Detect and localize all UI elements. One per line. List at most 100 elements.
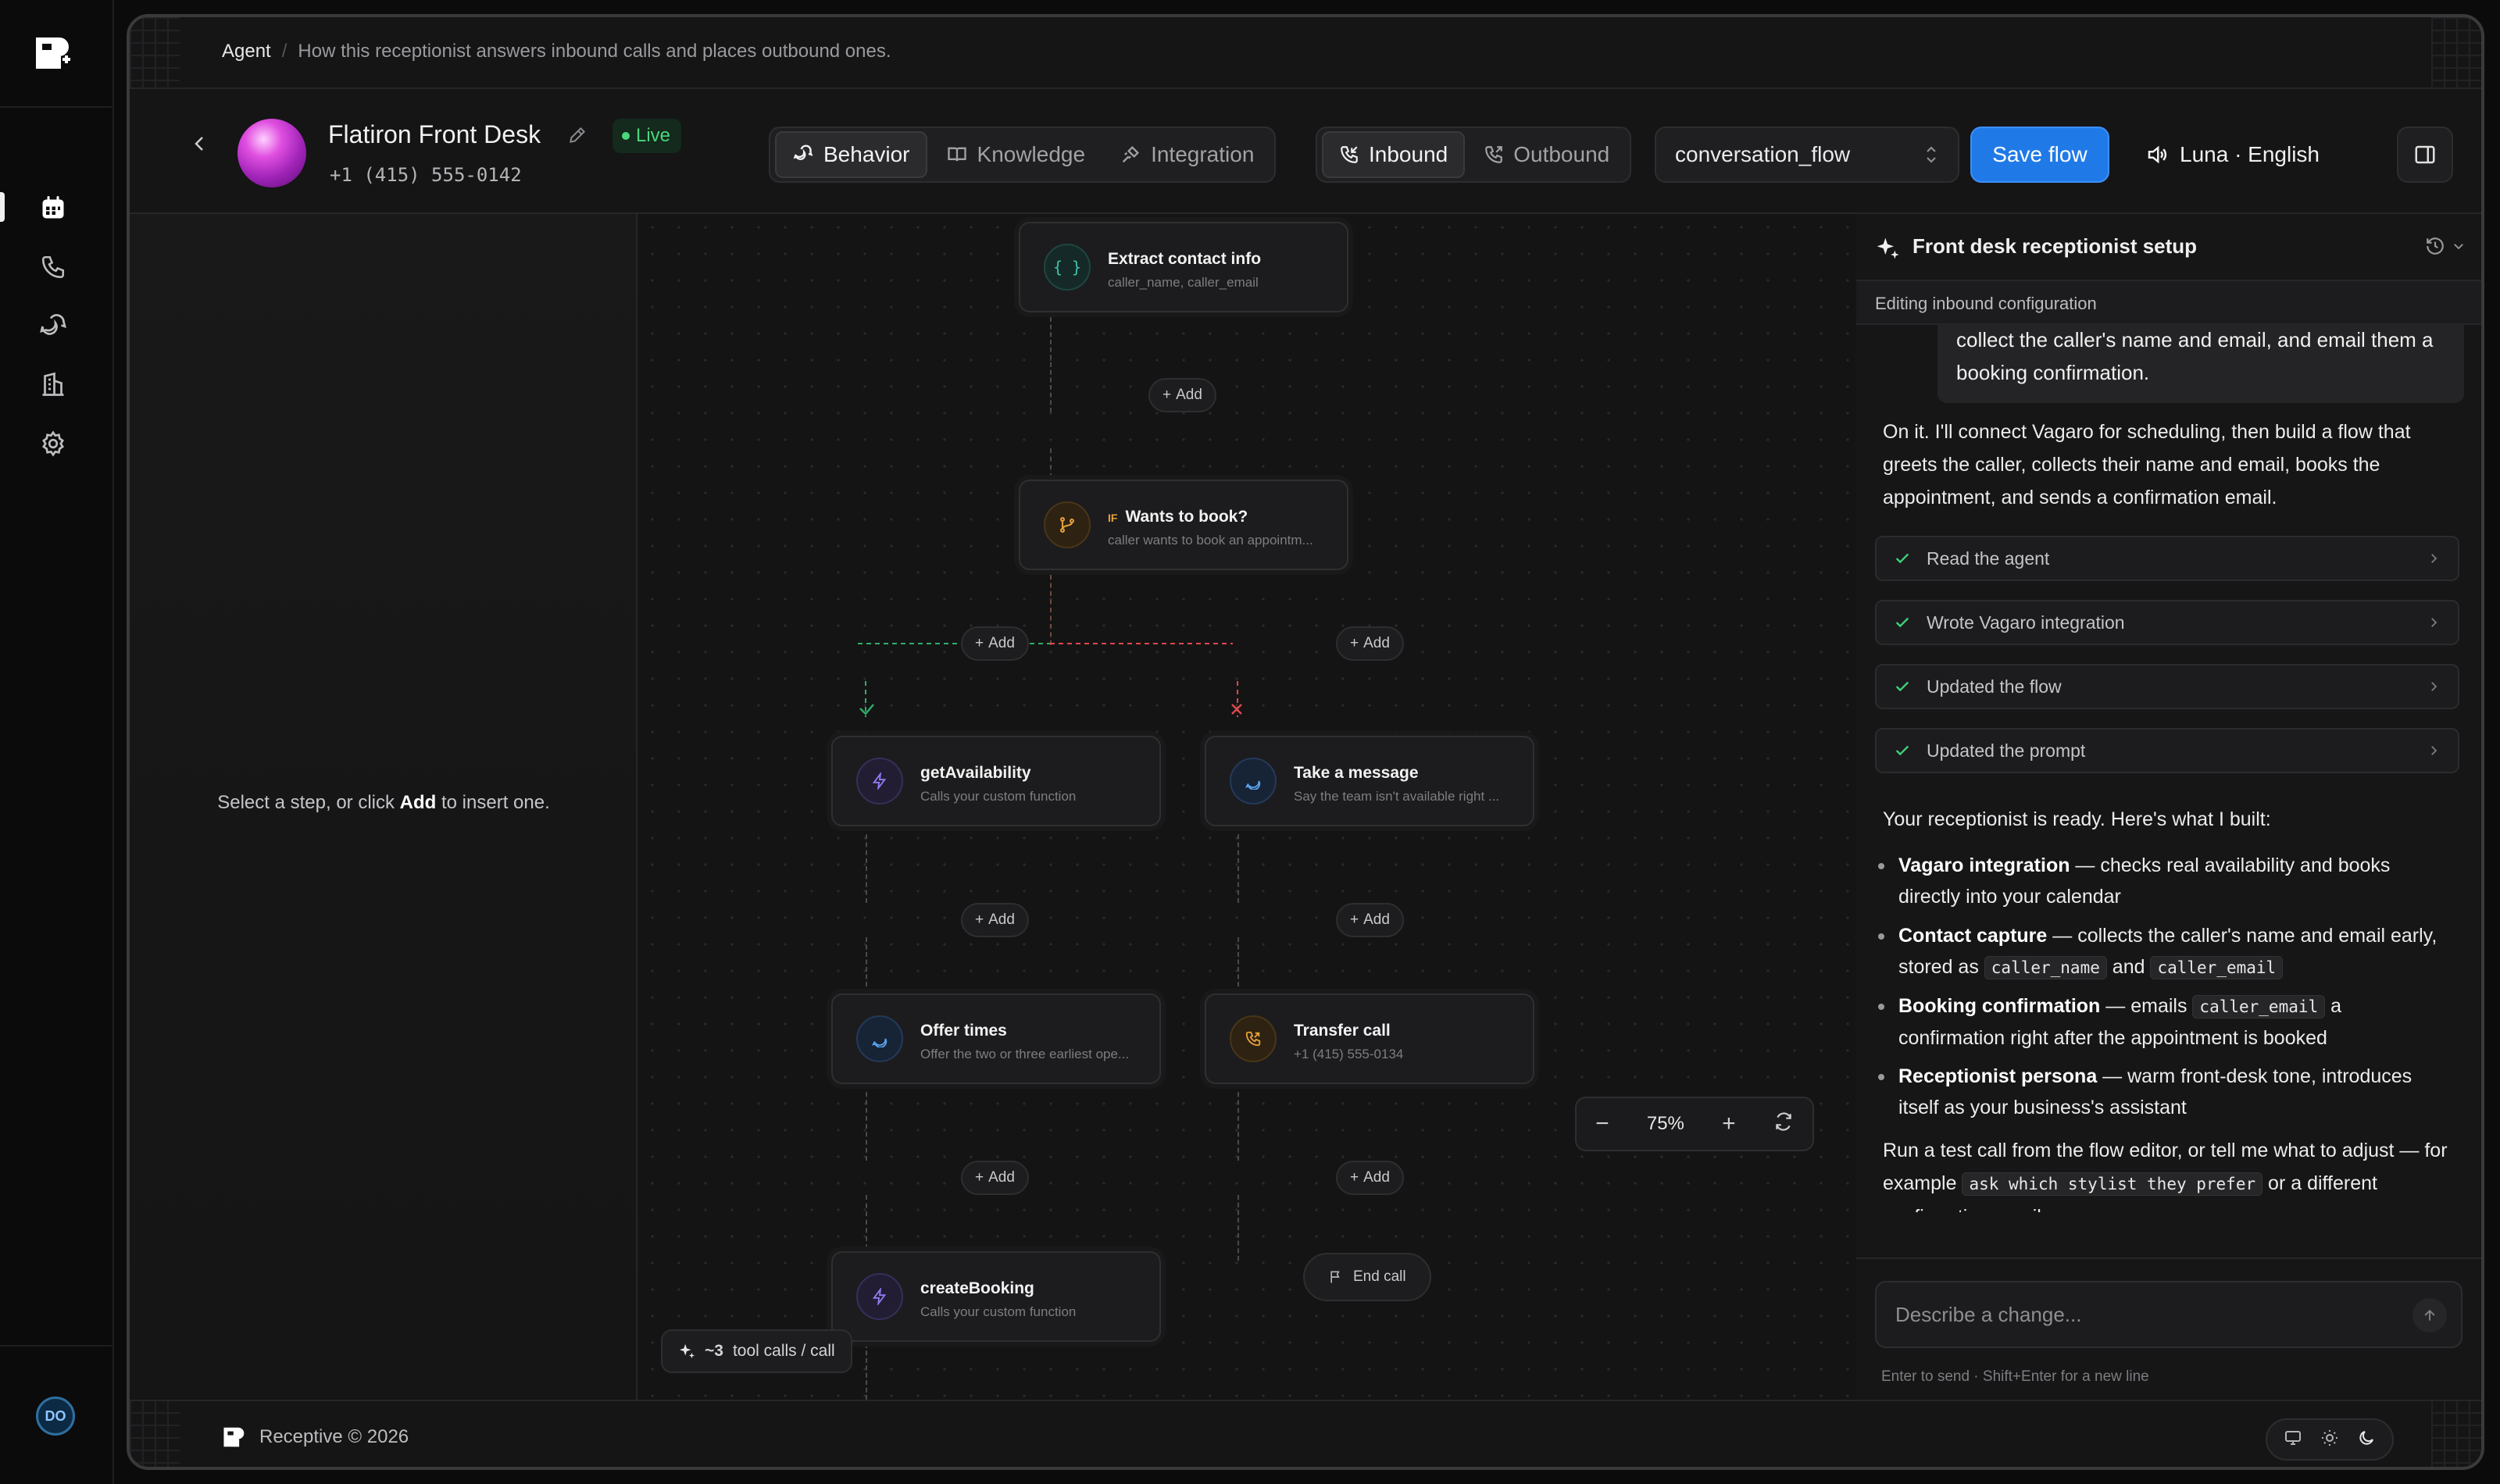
message-bubble-icon [856,1015,903,1062]
composer-hint: Enter to send · Shift+Enter for a new li… [1881,1368,2149,1385]
live-status-badge: Live [612,119,682,153]
chat-messages[interactable]: collect the caller's name and email, and… [1856,325,2481,1212]
top-bar: Agent / How this receptionist answers inbo… [130,17,2481,89]
add-step-button[interactable]: + Add [961,1161,1029,1195]
pencil-edit-icon[interactable] [567,125,591,148]
flow-node-offer-times[interactable]: Offer times Offer the two or three earli… [831,993,1161,1084]
user-avatar[interactable]: DO [36,1397,75,1436]
user-message: collect the caller's name and email, and… [1938,325,2464,403]
add-step-button[interactable]: + Add [1336,1161,1404,1195]
chat-bubbles-icon [793,144,813,160]
chat-header: Front desk receptionist setup [1856,214,2481,281]
settings-gear-icon[interactable] [36,426,70,461]
sun-icon[interactable] [2320,1429,2339,1451]
updown-chevron-icon [1927,146,1936,163]
building-icon[interactable] [36,367,70,401]
zoom-out-button[interactable]: − [1595,1111,1609,1137]
assistant-chat-panel: Front desk receptionist setup Editing in… [1856,214,2481,1400]
node-title: Offer times [920,1022,1007,1040]
breadcrumb-current: How this receptionist answers inbound ca… [298,41,891,62]
zoom-controls: − 75% + [1575,1097,1814,1151]
tool-step-read-agent[interactable]: Read the agent [1875,536,2459,581]
flow-node-get-availability[interactable]: getAvailability Calls your custom functi… [831,736,1161,826]
breadcrumb-agent-link[interactable]: Agent [222,41,271,62]
chevron-down-icon [2454,244,2463,250]
flow-node-wants-to-book[interactable]: IF Wants to book? caller wants to book an… [1019,480,1348,570]
speaker-icon [2148,145,2167,164]
node-title: Wants to book? [1125,508,1248,526]
zoom-level: 75% [1646,1113,1684,1134]
node-subtitle: Offer the two or three earliest ope... [920,1047,1130,1061]
flow-node-extract-contact[interactable]: { } Extract contact info caller_name, ca… [1019,222,1348,312]
add-step-button[interactable]: + Add [961,903,1029,937]
calendar-icon[interactable] [36,191,70,225]
book-icon [947,147,966,162]
back-chevron-icon[interactable] [184,128,216,159]
node-title: Take a message [1294,764,1419,782]
node-title: Transfer call [1294,1022,1391,1040]
footer: Receptive © 2026 [130,1400,2481,1467]
chevron-right-icon [2431,618,2438,627]
zoom-in-button[interactable]: + [1722,1111,1736,1137]
flow-node-create-booking[interactable]: createBooking Calls your custom function [831,1251,1161,1342]
empty-selection-hint: Select a step, or click Add to insert on… [217,792,550,813]
add-step-button[interactable]: + Add [1336,903,1404,937]
save-flow-button[interactable]: Save flow [1970,127,2109,183]
step-inspector-pane: Select a step, or click Add to insert on… [130,214,638,1400]
send-arrow-icon[interactable] [2412,1298,2447,1332]
check-icon [1895,553,1909,564]
summary-bullet: Receptionist persona — warm front-desk t… [1878,1061,2453,1123]
chat-context-label: Editing inbound configuration [1856,281,2481,325]
chat-composer: Describe a change... Enter to send · Shi… [1856,1257,2481,1400]
branch-icon [1044,501,1091,548]
message-bubble-icon [1230,758,1277,804]
summary-bullet: Booking confirmation — emails caller_ema… [1878,990,2453,1054]
summary-bullet: Contact capture — collects the caller's … [1878,920,2453,983]
flow-node-transfer-call[interactable]: Transfer call +1 (415) 555-0134 [1205,993,1534,1084]
describe-change-input[interactable]: Describe a change... [1875,1281,2462,1348]
flow-node-take-message[interactable]: Take a message Say the team isn't availa… [1205,736,1534,826]
add-step-button[interactable]: + Add [961,626,1029,661]
phone-icon[interactable] [36,250,70,284]
history-icon[interactable] [2425,236,2466,256]
tool-step-prompt[interactable]: Updated the prompt [1875,728,2459,773]
voice-label: Luna · English [2180,142,2320,166]
moon-icon[interactable] [2357,1429,2376,1451]
voice-selector[interactable]: Luna · English [2145,127,2320,183]
outbound-call-icon [1485,146,1503,163]
monitor-icon[interactable] [2284,1429,2302,1451]
brand-logo-icon [223,1427,245,1447]
agent-name: Flatiron Front Desk [328,120,541,148]
tab-integration[interactable]: Integration [1104,131,1270,178]
tool-step-vagaro[interactable]: Wrote Vagaro integration [1875,600,2459,645]
node-subtitle: caller wants to book an appointm... [1108,533,1313,548]
chat-icon[interactable] [36,309,70,344]
app-logo[interactable] [33,33,73,73]
bolt-icon [856,758,903,804]
breadcrumb: Agent / How this receptionist answers inbo… [222,41,891,62]
tab-inbound[interactable]: Inbound [1322,131,1466,178]
app-frame: Agent / How this receptionist answers inbo… [127,14,2484,1470]
agent-header: Flatiron Front Desk Live +1 (415) 555-01… [130,89,2481,214]
bolt-icon [856,1273,903,1320]
tab-outbound[interactable]: Outbound [1468,131,1625,178]
app-rail: DO [0,0,114,1484]
refresh-icon[interactable] [1773,1111,1794,1137]
tab-behavior[interactable]: Behavior [775,131,927,178]
check-icon [1895,745,1909,756]
assistant-ready: Your receptionist is ready. Here's what … [1883,808,2271,830]
tab-knowledge[interactable]: Knowledge [930,131,1102,178]
direction-tabs: Inbound Outbound [1316,127,1632,183]
config-tabs: Behavior Knowledge Integration [769,127,1277,183]
flow-select[interactable]: conversation_flow [1655,127,1959,183]
node-subtitle: Calls your custom function [920,1304,1077,1319]
if-tag: IF [1108,512,1118,524]
end-call-node[interactable]: End call [1303,1253,1431,1301]
assistant-intro: On it. I'll connect Vagaro for schedulin… [1883,421,2411,508]
add-step-button[interactable]: + Add [1336,626,1404,661]
tool-step-flow[interactable]: Updated the flow [1875,664,2459,709]
add-step-button[interactable]: + Add [1148,378,1216,412]
chevron-right-icon [2431,682,2438,691]
flow-canvas[interactable]: { } Extract contact info caller_name, ca… [639,214,1855,1400]
side-panel-toggle-icon[interactable] [2397,127,2453,183]
